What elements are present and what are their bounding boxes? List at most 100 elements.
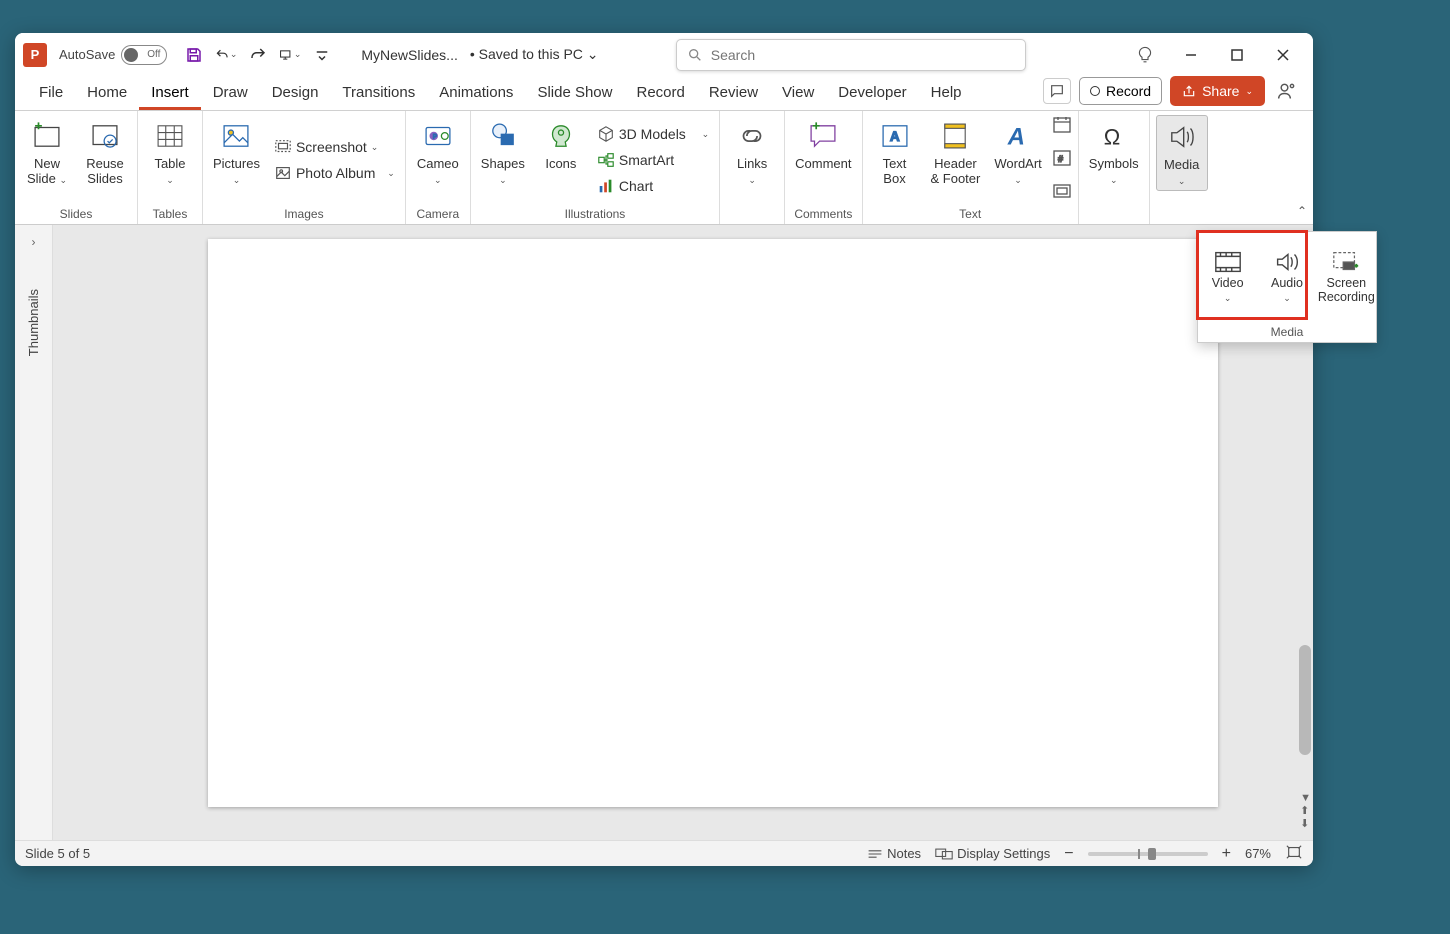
wordart-icon: A bbox=[1001, 119, 1035, 153]
smartart-icon bbox=[597, 151, 615, 169]
comments-pane-icon[interactable] bbox=[1043, 78, 1071, 104]
tab-slideshow[interactable]: Slide Show bbox=[525, 78, 624, 110]
symbols-button[interactable]: Ω Symbols⌄ bbox=[1085, 115, 1143, 189]
zoom-out-button[interactable]: − bbox=[1064, 845, 1073, 863]
share-button[interactable]: Share ⌄ bbox=[1170, 76, 1265, 106]
svg-text:A: A bbox=[889, 129, 899, 144]
group-comments: Comment Comments bbox=[785, 111, 862, 224]
media-button[interactable]: Media⌄ bbox=[1156, 115, 1208, 191]
autosave-control[interactable]: AutoSave Off bbox=[59, 45, 167, 65]
record-button[interactable]: Record bbox=[1079, 77, 1162, 105]
pictures-icon bbox=[219, 119, 253, 153]
3d-models-button[interactable]: 3D Models ⌄ bbox=[593, 123, 713, 145]
tab-help[interactable]: Help bbox=[919, 78, 974, 110]
undo-icon[interactable]: ⌄ bbox=[215, 44, 237, 66]
new-slide-button[interactable]: New Slide ⌄ bbox=[21, 115, 73, 189]
omega-icon: Ω bbox=[1097, 119, 1131, 153]
tab-record[interactable]: Record bbox=[624, 78, 696, 110]
comment-button[interactable]: Comment bbox=[791, 115, 855, 174]
group-images: Pictures⌄ Screenshot ⌄ Photo Album ⌄ Ima… bbox=[203, 111, 406, 224]
slide-nav-arrows[interactable]: ▼⬆⬇ bbox=[1300, 792, 1311, 830]
vertical-scrollbar[interactable] bbox=[1299, 645, 1311, 755]
save-icon[interactable] bbox=[183, 44, 205, 66]
shapes-icon bbox=[486, 119, 520, 153]
links-button[interactable]: Links⌄ bbox=[726, 115, 778, 189]
search-box[interactable] bbox=[676, 39, 1026, 71]
photo-album-button[interactable]: Photo Album ⌄ bbox=[270, 162, 399, 184]
audio-button[interactable]: Audio⌄ bbox=[1257, 232, 1316, 322]
video-button[interactable]: Video⌄ bbox=[1198, 232, 1257, 322]
tab-draw[interactable]: Draw bbox=[201, 78, 260, 110]
smartart-button[interactable]: SmartArt bbox=[593, 149, 713, 171]
group-media: Media⌄ bbox=[1150, 111, 1214, 224]
display-settings-button[interactable]: Display Settings bbox=[935, 846, 1050, 861]
reuse-slides-button[interactable]: Reuse Slides bbox=[79, 115, 131, 189]
tab-insert[interactable]: Insert bbox=[139, 78, 201, 110]
tab-developer[interactable]: Developer bbox=[826, 78, 918, 110]
tab-design[interactable]: Design bbox=[260, 78, 331, 110]
collaboration-presence-icon[interactable] bbox=[1273, 77, 1301, 105]
zoom-percent[interactable]: 67% bbox=[1245, 846, 1271, 861]
expand-thumbnails-icon[interactable]: › bbox=[32, 235, 36, 249]
notes-button[interactable]: Notes bbox=[867, 846, 921, 861]
link-icon bbox=[735, 119, 769, 153]
screen-recording-icon bbox=[1331, 249, 1361, 275]
customize-qat-icon[interactable] bbox=[311, 44, 333, 66]
collapse-ribbon-icon[interactable]: ⌃ bbox=[1297, 204, 1307, 218]
tab-animations[interactable]: Animations bbox=[427, 78, 525, 110]
wordart-button[interactable]: A WordArt⌄ bbox=[990, 115, 1045, 189]
photo-album-icon bbox=[274, 164, 292, 182]
header-footer-button[interactable]: Header & Footer bbox=[927, 115, 985, 189]
icons-button[interactable]: Icons bbox=[535, 115, 587, 174]
svg-text:Ω: Ω bbox=[1104, 125, 1121, 150]
document-title[interactable]: MyNewSlides... bbox=[361, 47, 457, 63]
tab-transitions[interactable]: Transitions bbox=[330, 78, 427, 110]
slide-number-icon[interactable]: # bbox=[1052, 148, 1072, 173]
media-dropdown-popup: Video⌄ Audio⌄ Screen Recording Media bbox=[1197, 231, 1377, 343]
reuse-slides-icon bbox=[88, 119, 122, 153]
help-tip-icon[interactable] bbox=[1123, 39, 1167, 71]
table-button[interactable]: Table⌄ bbox=[144, 115, 196, 189]
search-input[interactable] bbox=[711, 47, 1015, 63]
redo-icon[interactable] bbox=[247, 44, 269, 66]
slide-canvas-area[interactable]: ▼⬆⬇ bbox=[53, 225, 1313, 840]
screenshot-button[interactable]: Screenshot ⌄ bbox=[270, 136, 399, 158]
shapes-button[interactable]: Shapes⌄ bbox=[477, 115, 529, 189]
group-slides: New Slide ⌄ Reuse Slides Slides bbox=[15, 111, 138, 224]
fit-to-window-icon[interactable] bbox=[1285, 844, 1303, 863]
group-symbols: Ω Symbols⌄ bbox=[1079, 111, 1150, 224]
slide-counter[interactable]: Slide 5 of 5 bbox=[25, 846, 90, 861]
zoom-slider[interactable] bbox=[1088, 852, 1208, 856]
slide-canvas[interactable] bbox=[208, 239, 1218, 807]
group-camera: P Cameo⌄ Camera bbox=[406, 111, 471, 224]
chart-button[interactable]: Chart bbox=[593, 175, 713, 197]
maximize-button[interactable] bbox=[1215, 39, 1259, 71]
ribbon-insert: New Slide ⌄ Reuse Slides Slides Table⌄ T… bbox=[15, 111, 1313, 225]
chart-icon bbox=[597, 177, 615, 195]
tab-review[interactable]: Review bbox=[697, 78, 770, 110]
minimize-button[interactable] bbox=[1169, 39, 1213, 71]
screenshot-icon bbox=[274, 138, 292, 156]
present-from-beginning-icon[interactable]: ⌄ bbox=[279, 44, 301, 66]
new-slide-icon bbox=[30, 119, 64, 153]
document-save-status[interactable]: • Saved to this PC ⌄ bbox=[470, 46, 599, 63]
autosave-toggle[interactable]: Off bbox=[121, 45, 167, 65]
tab-home[interactable]: Home bbox=[75, 78, 139, 110]
object-icon[interactable] bbox=[1052, 181, 1072, 206]
tab-file[interactable]: File bbox=[27, 78, 75, 110]
cameo-icon: P bbox=[421, 119, 455, 153]
text-box-button[interactable]: A Text Box bbox=[869, 115, 921, 189]
close-button[interactable] bbox=[1261, 39, 1305, 71]
pictures-button[interactable]: Pictures⌄ bbox=[209, 115, 264, 189]
date-time-icon[interactable] bbox=[1052, 115, 1072, 140]
zoom-in-button[interactable]: + bbox=[1222, 845, 1231, 863]
group-illustrations: Shapes⌄ Icons 3D Models ⌄ SmartArt bbox=[471, 111, 720, 224]
notes-icon bbox=[867, 847, 883, 861]
cube-icon bbox=[597, 125, 615, 143]
video-icon bbox=[1213, 249, 1243, 275]
powerpoint-app-icon: P bbox=[23, 43, 47, 67]
cameo-button[interactable]: P Cameo⌄ bbox=[412, 115, 464, 189]
thumbnails-pane[interactable]: › Thumbnails bbox=[15, 225, 53, 840]
tab-view[interactable]: View bbox=[770, 78, 826, 110]
screen-recording-button[interactable]: Screen Recording bbox=[1317, 232, 1376, 322]
